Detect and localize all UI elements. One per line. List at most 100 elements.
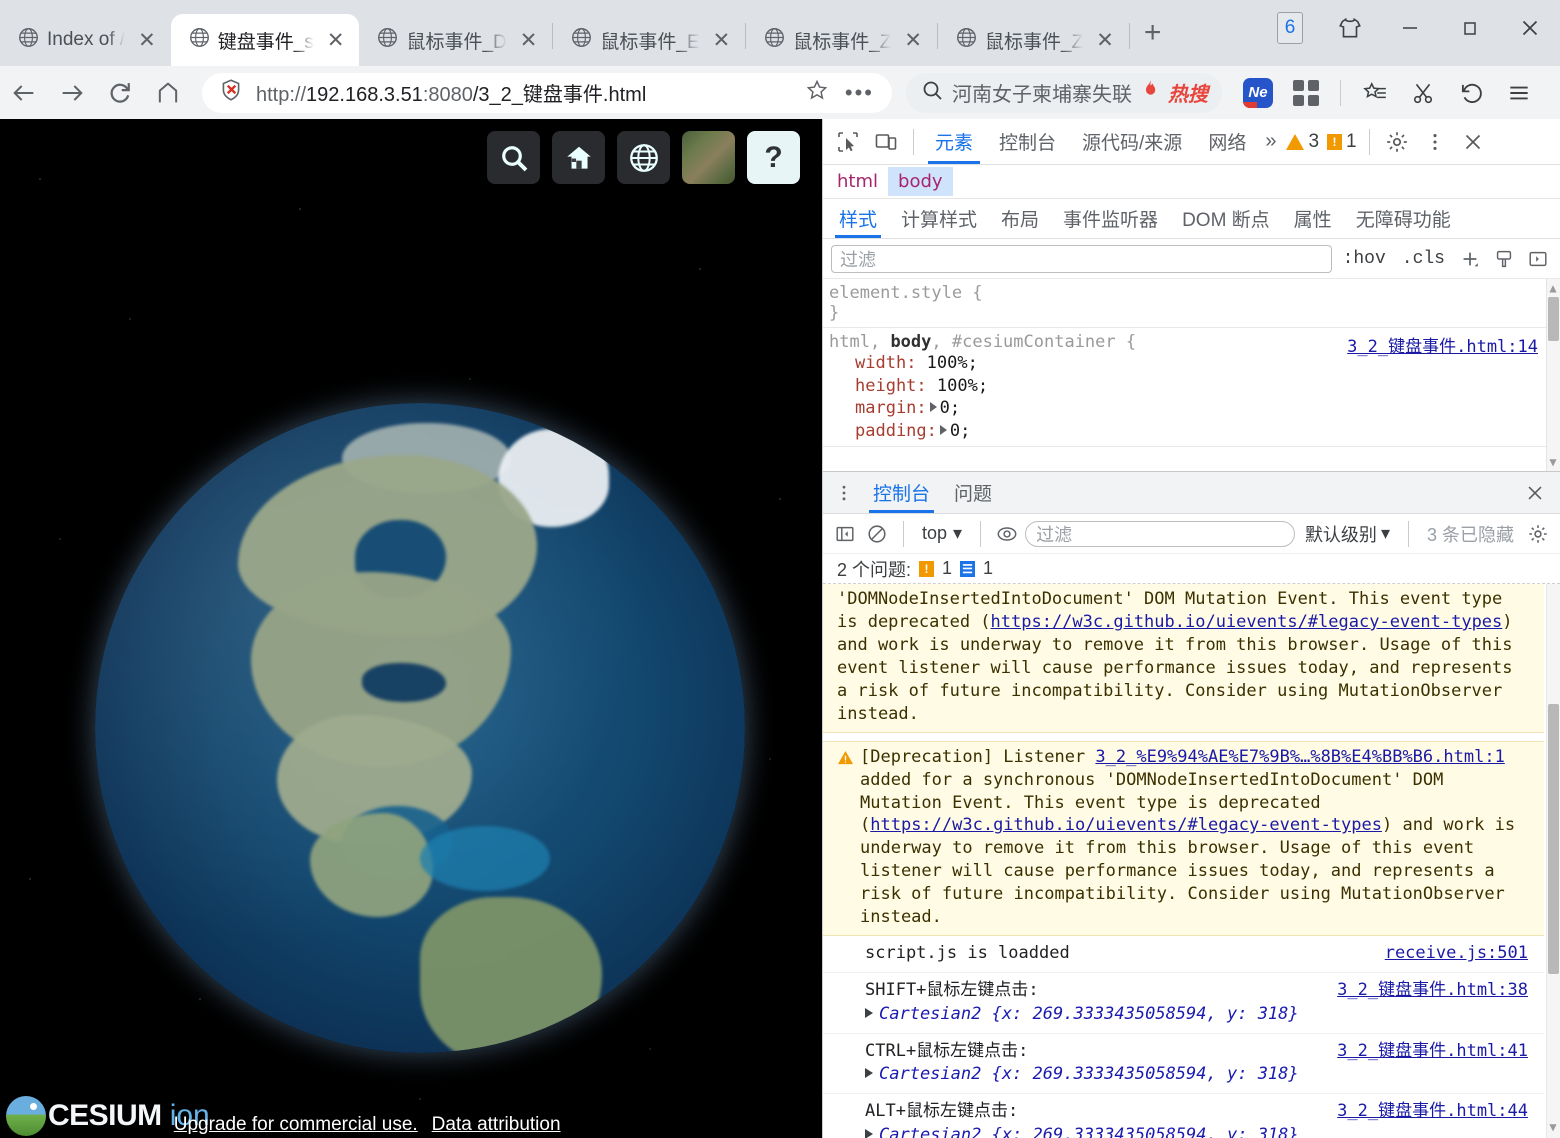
subtab-computed[interactable]: 计算样式 — [889, 200, 989, 238]
data-attribution-link[interactable]: Data attribution — [432, 1114, 561, 1136]
sidebar-toggle-icon[interactable] — [1524, 246, 1552, 272]
subtab-event-listeners[interactable]: 事件监听器 — [1051, 200, 1170, 238]
console-message-ctrl-click[interactable]: CTRL+鼠标左键点击: 3_2_键盘事件.html:41 Cartesian2… — [823, 1034, 1544, 1095]
home-icon[interactable] — [552, 131, 605, 184]
ne-extension-icon[interactable]: Ne — [1236, 71, 1280, 115]
style-rule-cesium-container[interactable]: html, body, #cesiumContainer { 3_2_键盘事件.… — [823, 328, 1560, 448]
cls-toggle[interactable]: .cls — [1397, 249, 1450, 269]
message-object-row[interactable]: Cartesian2 {x: 269.3333435058594, y: 318… — [865, 1003, 1532, 1027]
devtools-kebab-icon[interactable] — [1416, 123, 1454, 161]
collections-icon[interactable] — [1353, 71, 1397, 115]
message-source-link[interactable]: 3_2_键盘事件.html:44 — [1337, 1100, 1528, 1124]
omnibox-more-icon[interactable]: ••• — [837, 80, 882, 106]
scroll-down-icon[interactable]: ▼ — [1547, 455, 1559, 469]
subtab-layout[interactable]: 布局 — [989, 200, 1051, 238]
breadcrumb-body[interactable]: body — [888, 167, 953, 196]
apps-grid-icon[interactable] — [1284, 71, 1328, 115]
console-message-alt-click[interactable]: ALT+鼠标左键点击: 3_2_键盘事件.html:44 Cartesian2 … — [823, 1094, 1544, 1138]
console-message-deprecation-continued[interactable]: 'DOMNodeInsertedIntoDocument' DOM Mutati… — [823, 584, 1544, 733]
back-button[interactable] — [0, 69, 48, 117]
tab-organizer-icon[interactable] — [1320, 0, 1380, 56]
console-message-list[interactable]: 'DOMNodeInsertedIntoDocument' DOM Mutati… — [823, 584, 1560, 1138]
profile-badge-button[interactable]: 6 — [1260, 0, 1320, 56]
devtools-tab-network[interactable]: 网络 — [1195, 120, 1259, 164]
device-toolbar-icon[interactable] — [867, 123, 905, 161]
color-picker-icon[interactable] — [1490, 246, 1518, 272]
message-source-link[interactable]: 3_2_键盘事件.html:41 — [1337, 1040, 1528, 1064]
declaration-padding[interactable]: padding: 0; — [829, 420, 1560, 443]
clear-console-icon[interactable] — [863, 521, 891, 547]
styles-filter-input[interactable]: 过滤 — [831, 244, 1332, 273]
disclosure-triangle-icon[interactable] — [865, 1068, 873, 1079]
devtools-close-icon[interactable] — [1454, 123, 1492, 161]
declaration-margin[interactable]: margin: 0; — [829, 397, 1560, 420]
browser-tab-1[interactable]: Index of / ✕ — [0, 14, 171, 66]
base-layer-picker-icon[interactable] — [682, 131, 735, 184]
disclosure-triangle-icon[interactable] — [865, 1007, 873, 1018]
browser-tab-5[interactable]: 鼠标事件_Z ✕ — [746, 14, 937, 66]
console-message-deprecation[interactable]: [Deprecation] Listener 3_2_%E9%94%AE%E7%… — [823, 740, 1544, 937]
hot-search-widget[interactable]: 河南女子柬埔寨失联 热搜 — [906, 72, 1222, 113]
console-sidebar-icon[interactable] — [831, 521, 859, 547]
execution-context-select[interactable]: top ▾ — [916, 523, 968, 544]
console-scroll-down-icon[interactable]: ▼ — [1547, 1120, 1559, 1134]
tab-close-icon[interactable]: ✕ — [515, 30, 543, 51]
globe-projection-icon[interactable] — [617, 131, 670, 184]
bookmark-star-icon[interactable] — [797, 78, 837, 108]
upgrade-link[interactable]: Upgrade for commercial use. — [174, 1114, 418, 1136]
subtab-styles[interactable]: 样式 — [827, 200, 889, 238]
subtab-dom-breakpoints[interactable]: DOM 断点 — [1170, 200, 1282, 238]
browser-tab-4[interactable]: 鼠标事件_E ✕ — [553, 14, 745, 66]
history-undo-icon[interactable] — [1449, 71, 1493, 115]
breadcrumb-html[interactable]: html — [827, 167, 888, 196]
tab-close-icon[interactable]: ✕ — [1091, 30, 1119, 51]
message-source-link[interactable]: 3_2_键盘事件.html:38 — [1337, 979, 1528, 1003]
home-button[interactable] — [144, 69, 192, 117]
tab-close-icon[interactable]: ✕ — [708, 30, 736, 51]
inspect-element-icon[interactable] — [829, 123, 867, 161]
console-settings-gear-icon[interactable] — [1524, 521, 1552, 547]
earth-globe[interactable] — [95, 403, 745, 1053]
cesium-viewer[interactable]: ? CESIUM ion Upgrade for commercial use.… — [0, 119, 822, 1138]
browser-tab-2-active[interactable]: 键盘事件_s ✕ — [170, 14, 360, 66]
devtools-tab-sources[interactable]: 源代码/来源 — [1069, 120, 1195, 164]
style-rule-element-style[interactable]: element.style { } — [823, 279, 1560, 328]
console-scroll-thumb[interactable] — [1548, 704, 1559, 974]
issue-counter[interactable]: ! 1 — [1323, 131, 1361, 153]
expand-arrow-icon[interactable] — [939, 424, 947, 435]
maximize-button[interactable] — [1440, 0, 1500, 56]
reload-button[interactable] — [96, 69, 144, 117]
help-icon[interactable]: ? — [747, 131, 800, 184]
message-source-link[interactable]: receive.js:501 — [1385, 942, 1528, 966]
styles-scrollbar[interactable]: ▲ ▼ — [1546, 279, 1560, 471]
style-source-link[interactable]: 3_2_键盘事件.html:14 — [1347, 332, 1538, 357]
msg-source-link[interactable]: 3_2_%E9%94%AE%E7%9B%…%8B%E4%BB%B6.html:1 — [1095, 747, 1504, 767]
more-tabs-icon[interactable]: » — [1259, 130, 1282, 153]
drawer-kebab-icon[interactable] — [827, 483, 861, 503]
warning-counter[interactable]: 3 — [1282, 131, 1323, 153]
screenshot-scissors-icon[interactable] — [1401, 71, 1445, 115]
forward-button[interactable] — [48, 69, 96, 117]
msg-link[interactable]: https://w3c.github.io/uievents/#legacy-e… — [870, 815, 1382, 835]
gear-icon[interactable] — [1378, 123, 1416, 161]
message-object-row[interactable]: Cartesian2 {x: 269.3333435058594, y: 318… — [865, 1124, 1532, 1138]
styles-scroll-thumb[interactable] — [1548, 297, 1559, 341]
issues-summary-bar[interactable]: 2 个问题: ! 1 ☰ 1 — [823, 554, 1560, 584]
console-filter-input[interactable]: 过滤 — [1025, 520, 1295, 547]
subtab-accessibility[interactable]: 无障碍功能 — [1344, 200, 1463, 238]
disclosure-triangle-icon[interactable] — [865, 1128, 873, 1138]
console-message-script-loaded[interactable]: script.js is loadded receive.js:501 — [823, 936, 1544, 973]
console-message-shift-click[interactable]: SHIFT+鼠标左键点击: 3_2_键盘事件.html:38 Cartesian… — [823, 973, 1544, 1034]
browser-menu-icon[interactable] — [1497, 71, 1541, 115]
hov-toggle[interactable]: :hov — [1338, 249, 1391, 269]
devtools-tab-console[interactable]: 控制台 — [986, 120, 1069, 164]
devtools-tab-elements[interactable]: 元素 — [922, 120, 986, 164]
drawer-tab-console[interactable]: 控制台 — [861, 473, 942, 513]
browser-tab-6[interactable]: 鼠标事件_Z ✕ — [938, 14, 1129, 66]
drawer-tab-issues[interactable]: 问题 — [942, 473, 1004, 513]
scroll-up-icon[interactable]: ▲ — [1547, 281, 1559, 295]
live-expression-eye-icon[interactable] — [993, 521, 1021, 547]
address-bar[interactable]: http://192.168.3.51:8080/3_2_键盘事件.html •… — [202, 72, 892, 113]
subtab-properties[interactable]: 属性 — [1282, 200, 1344, 238]
message-object-row[interactable]: Cartesian2 {x: 269.3333435058594, y: 318… — [865, 1063, 1532, 1087]
